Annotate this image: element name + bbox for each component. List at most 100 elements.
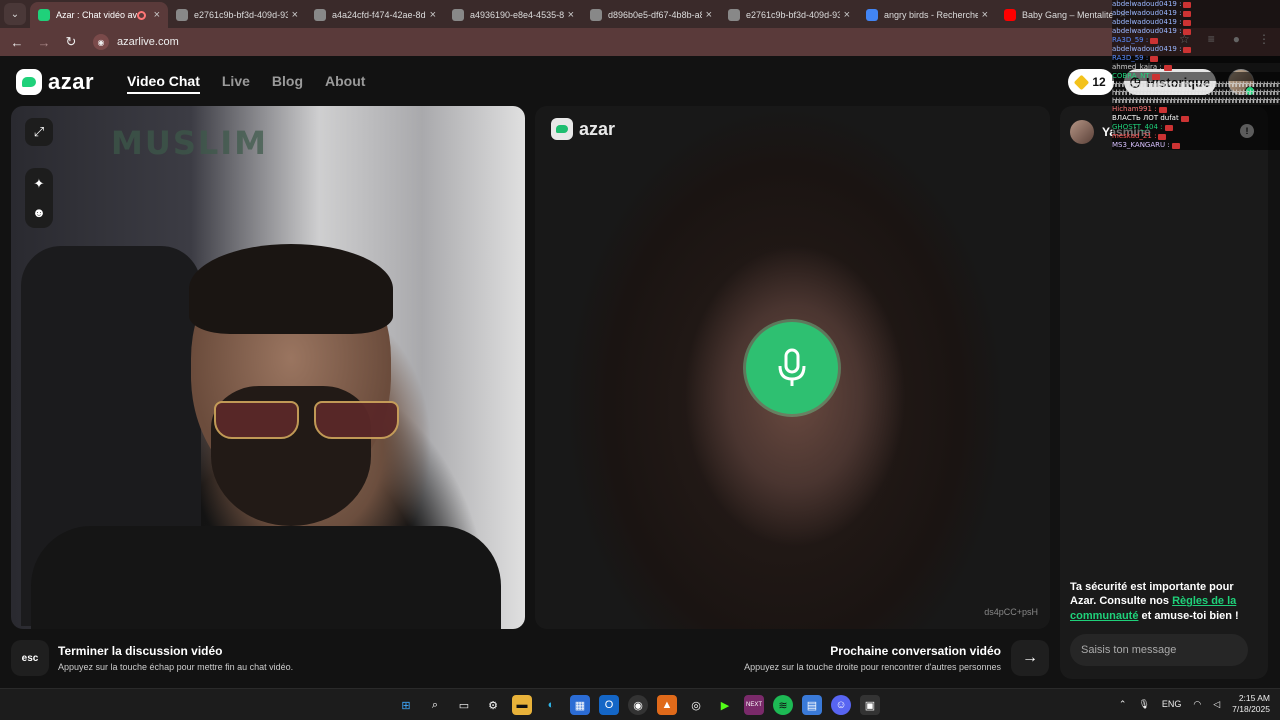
clock[interactable]: 2:15 AM 7/18/2025 — [1232, 693, 1270, 715]
volume-icon[interactable]: ◁ — [1213, 699, 1220, 710]
azar-logo-icon — [16, 69, 42, 95]
overlay-spam-line: hhhhhhhhhhhhhhhhhhhhhhhhhhhhhhhhhhhhhhhh… — [1112, 81, 1280, 89]
settings-icon[interactable]: ⚙ — [483, 695, 503, 715]
outlook-icon[interactable]: O — [599, 695, 619, 715]
next-app-icon[interactable]: NEXT — [744, 695, 764, 715]
peer-avatar[interactable] — [1070, 120, 1094, 144]
azar-app: azar Video Chat Live Blog About 12 ◷ His… — [0, 56, 1280, 688]
emote-icon — [1171, 142, 1180, 149]
overlay-spam-line: hhhhhhhhhhhhhhhhhhhhhhhhhhhhhhhhhhhhhhhh… — [1112, 89, 1280, 97]
self-video: MUSLIM ⤢ ✦ ☻ — [11, 106, 525, 629]
overlay-spam-line: hhhhhhhhhhhhhhhhhhhhhhhhhhhhhhhhhhhhhhhh… — [1112, 97, 1280, 105]
wifi-icon[interactable]: ◠ — [1193, 699, 1201, 710]
emote-icon — [1150, 37, 1159, 44]
message-input[interactable]: Saisis ton message — [1070, 634, 1248, 666]
forward-icon[interactable]: → — [33, 31, 55, 53]
tab-title: e2761c9b-bf3d-409d-93c — [746, 10, 840, 20]
gems-button[interactable]: 12 — [1068, 69, 1114, 95]
emote-icon — [1164, 124, 1173, 131]
close-tab-icon[interactable]: × — [292, 9, 298, 21]
emote-icon — [1183, 28, 1192, 35]
tray-mic-icon[interactable]: 🎙 — [1138, 699, 1149, 710]
close-tab-icon[interactable]: × — [154, 9, 160, 21]
back-icon[interactable]: ← — [6, 31, 28, 53]
overlay-chat-line: Hicham991 : — [1112, 105, 1280, 114]
nav-live[interactable]: Live — [222, 73, 250, 94]
browser-tab[interactable]: e2761c9b-bf3d-409d-93c × — [720, 2, 858, 28]
kick-icon[interactable]: ▶ — [715, 695, 735, 715]
browser-tab[interactable]: d896b0e5-df67-4b8b-a8 × — [582, 2, 720, 28]
file-explorer-icon[interactable]: ▬ — [512, 695, 532, 715]
emote-icon — [1158, 133, 1167, 140]
tab-favicon-icon — [1004, 9, 1016, 21]
tab-title: e2761c9b-bf3d-409d-93c — [194, 10, 288, 20]
nav-blog[interactable]: Blog — [272, 73, 303, 94]
tab-favicon-icon — [590, 9, 602, 21]
effects-icon[interactable]: ✦ — [25, 170, 53, 198]
tab-title: a4a24cfd-f474-42ae-8db — [332, 10, 426, 20]
browser-tab[interactable]: Azar : Chat vidéo ave × — [30, 2, 168, 28]
emote-icon — [1150, 55, 1159, 62]
next-chat-button[interactable]: → — [1011, 640, 1049, 676]
app-header: azar Video Chat Live Blog About 12 ◷ His… — [0, 56, 1280, 106]
emote-icon — [1183, 19, 1192, 26]
end-chat-hint: Terminer la discussion vidéo Appuyez sur… — [58, 644, 294, 672]
tray-chevron-icon[interactable]: ⌃ — [1119, 699, 1127, 710]
task-view-icon[interactable]: ▭ — [454, 695, 474, 715]
close-tab-icon[interactable]: × — [568, 9, 574, 21]
store-icon[interactable]: ▦ — [570, 695, 590, 715]
url-field[interactable]: ◉ azarlive.com — [93, 34, 179, 50]
browser-tab[interactable]: e2761c9b-bf3d-409d-93c × — [168, 2, 306, 28]
windows-taskbar: ⊞ ⌕ ▭ ⚙ ▬ ◐ ▦ O ◉ ▲ ◎ ▶ NEXT ≋ ▤ ☺ ▣ ⌃ 🎙… — [0, 688, 1280, 720]
tab-favicon-icon — [38, 9, 50, 21]
azar-logo[interactable]: azar — [16, 69, 94, 95]
edge-icon[interactable]: ◐ — [541, 695, 561, 715]
close-tab-icon[interactable]: × — [982, 9, 988, 21]
nav-about[interactable]: About — [325, 73, 365, 94]
discord-icon[interactable]: ☺ — [831, 695, 851, 715]
tab-title: Baby Gang – Mentalité [C — [1022, 10, 1116, 20]
overlay-chat-line: abdelwadoud0419 : — [1112, 18, 1280, 27]
url-text: azarlive.com — [117, 36, 179, 48]
tab-title: a4936190-e8e4-4535-8d — [470, 10, 564, 20]
end-chat-button[interactable]: esc — [11, 640, 49, 676]
nav-video-chat[interactable]: Video Chat — [127, 73, 200, 94]
tab-favicon-icon — [452, 9, 464, 21]
app-icon-blue[interactable]: ▤ — [802, 695, 822, 715]
tab-favicon-icon — [728, 9, 740, 21]
emote-icon — [1151, 73, 1160, 80]
windows-start-icon[interactable]: ⊞ — [396, 695, 416, 715]
person-shirt — [31, 526, 501, 629]
tab-search-button[interactable]: ⌄ — [4, 3, 26, 25]
reload-icon[interactable]: ↻ — [60, 31, 82, 53]
language-indicator[interactable]: ENG — [1162, 699, 1182, 709]
next-chat-hint: Prochaine conversation vidéo Appuyez sur… — [744, 644, 1001, 672]
close-tab-icon[interactable]: × — [430, 9, 436, 21]
overlay-chat-line: COBRA_NT — [1112, 72, 1280, 81]
tab-title: Azar : Chat vidéo ave — [56, 10, 137, 20]
browser-tab[interactable]: a4a24cfd-f474-42ae-8db × — [306, 2, 444, 28]
chrome-icon[interactable]: ◉ — [628, 695, 648, 715]
browser-tab[interactable]: angry birds - Recherche G × — [858, 2, 996, 28]
face-filter-icon[interactable]: ☻ — [25, 198, 53, 226]
overlay-chat-line: meskad_21 : — [1112, 132, 1280, 141]
tab-favicon-icon — [314, 9, 326, 21]
search-icon[interactable]: ⌕ — [425, 695, 445, 715]
spotify-icon[interactable]: ≋ — [773, 695, 793, 715]
gem-icon — [1074, 74, 1090, 90]
tab-favicon-icon — [176, 9, 188, 21]
tab-favicon-icon — [866, 9, 878, 21]
overlay-chat-line: ВЛАСТЬ ЛОТ dufat — [1112, 114, 1280, 123]
close-tab-icon[interactable]: × — [706, 9, 712, 21]
site-info-icon[interactable]: ◉ — [93, 34, 109, 50]
obs-icon[interactable]: ◎ — [686, 695, 706, 715]
gems-count: 12 — [1092, 75, 1106, 89]
fullscreen-icon[interactable]: ⤢ — [25, 118, 53, 146]
close-tab-icon[interactable]: × — [844, 9, 850, 21]
browser-address-bar: ← → ↻ ◉ azarlive.com ☆ ≡ ● ⋮ — [0, 28, 1280, 56]
azar-watermark: azar — [551, 118, 615, 140]
terminal-icon[interactable]: ▣ — [860, 695, 880, 715]
peer-video: azar ds4pCC+psH — [535, 106, 1050, 629]
browser-tab[interactable]: a4936190-e8e4-4535-8d × — [444, 2, 582, 28]
app-icon-orange[interactable]: ▲ — [657, 695, 677, 715]
